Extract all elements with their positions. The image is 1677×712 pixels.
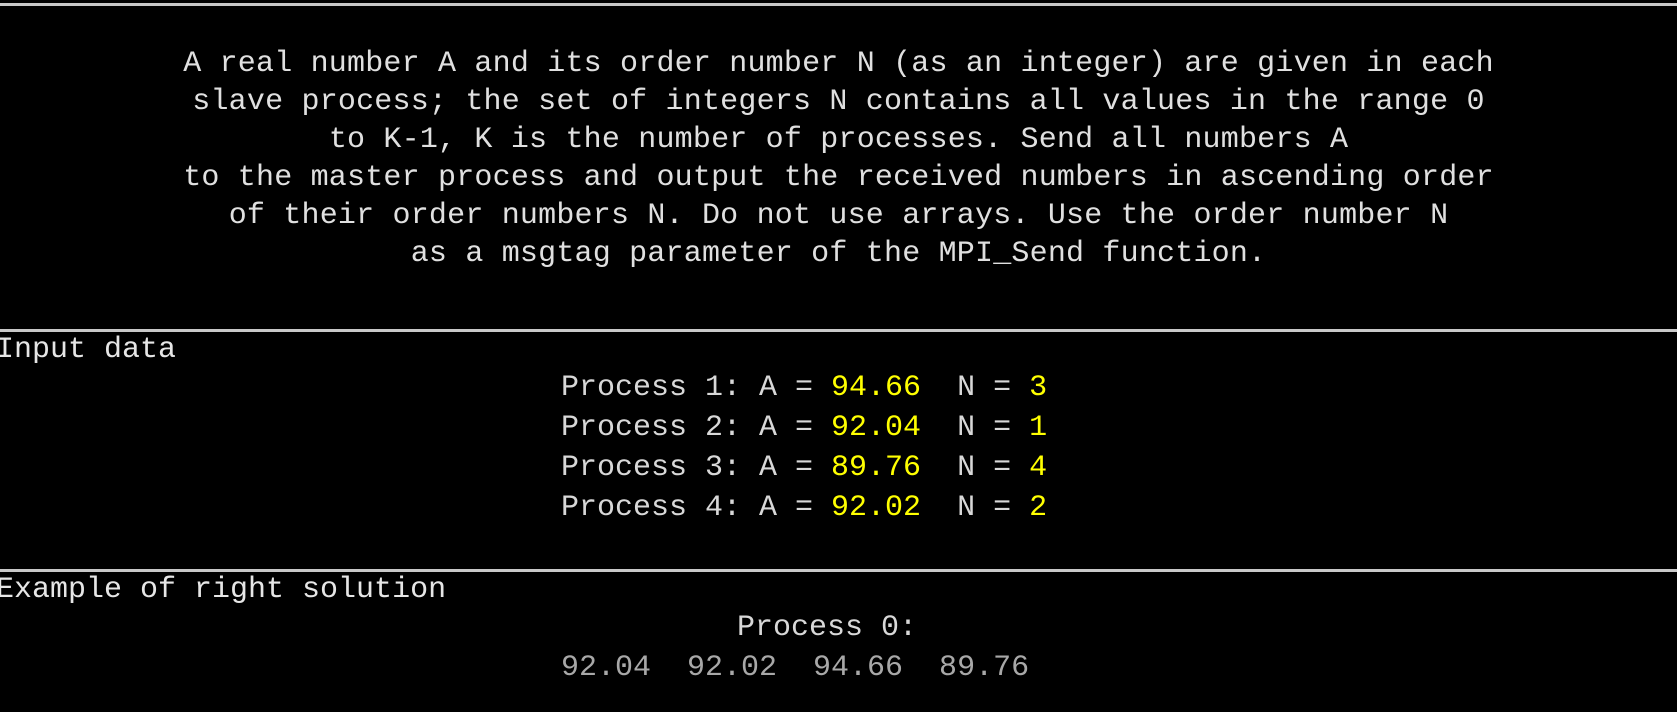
task-line: to K-1, K is the number of processes. Se… [328,123,1349,157]
process-row: Process 1: A = 94.66 N = 3 [561,368,1047,408]
process-mid: N = [921,491,1030,525]
task-line: slave process; the set of integers N con… [192,85,1485,119]
task-line: A real number A and its order number N (… [183,47,1494,81]
process-n-value: 2 [1029,491,1048,525]
process-row: Process 3: A = 89.76 N = 4 [561,448,1047,488]
input-data-label: Input data [0,333,177,367]
process-n-value: 1 [1029,411,1048,445]
process-prefix: Process 2: A = [561,411,832,445]
result-process-header: Process 0: [737,611,918,645]
process-prefix: Process 3: A = [561,451,832,485]
process-a-value: 94.66 [831,371,922,405]
result-values: 92.04 92.02 94.66 89.76 [561,651,1030,685]
process-n-value: 3 [1029,371,1048,405]
process-mid: N = [921,411,1030,445]
process-mid: N = [921,371,1030,405]
task-line: to the master process and output the rec… [183,161,1494,195]
process-row: Process 4: A = 92.02 N = 2 [561,488,1047,528]
task-line: as a msgtag parameter of the MPI_Send fu… [410,237,1267,271]
task-line: of their order numbers N. Do not use arr… [228,199,1449,233]
process-a-value: 89.76 [831,451,922,485]
process-a-value: 92.02 [831,491,922,525]
process-mid: N = [921,451,1030,485]
solution-label: Example of right solution [0,573,447,607]
input-separator [0,329,1677,332]
process-n-value: 4 [1029,451,1048,485]
process-prefix: Process 1: A = [561,371,832,405]
process-row: Process 2: A = 92.04 N = 1 [561,408,1047,448]
top-separator [0,3,1677,6]
process-a-value: 92.04 [831,411,922,445]
process-prefix: Process 4: A = [561,491,832,525]
